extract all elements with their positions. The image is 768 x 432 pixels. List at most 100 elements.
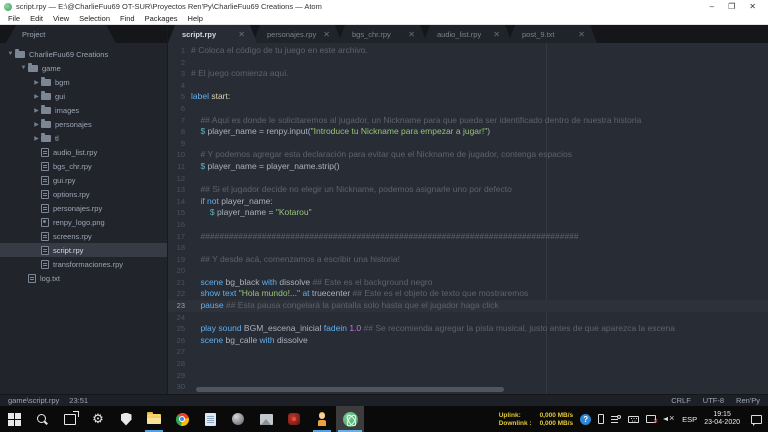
clock[interactable]: 19:15 23-04-2020: [704, 411, 740, 427]
chevron-down-icon[interactable]: ▼: [6, 51, 15, 57]
editor-tab-bgs-chr-rpy[interactable]: bgs_chr.rpy✕: [338, 25, 427, 43]
code-line-12[interactable]: [191, 173, 768, 185]
taskbar-button-chrome[interactable]: [168, 406, 196, 432]
chevron-right-icon[interactable]: ▶: [32, 121, 41, 128]
phone-icon[interactable]: [598, 414, 604, 424]
taskbar-button-character[interactable]: [308, 406, 336, 432]
code-line-23[interactable]: pause ## Esta pausa congelará la pantall…: [191, 300, 768, 312]
code-line-26[interactable]: scene bg_calle with dissolve: [191, 335, 768, 347]
project-tab[interactable]: Project: [6, 25, 116, 43]
taskbar-button-task-view[interactable]: [56, 406, 84, 432]
taskbar-button-explorer[interactable]: [140, 406, 168, 432]
horizontal-scrollbar[interactable]: [196, 387, 504, 392]
tree-item-personajes-rpy[interactable]: personajes.rpy: [0, 201, 167, 215]
code-line-4[interactable]: [191, 80, 768, 92]
status-cursor-position[interactable]: 23:51: [69, 396, 88, 405]
keyboard-icon[interactable]: [628, 416, 639, 423]
net-speed-monitor[interactable]: Uplink: 0,000 MB/s Downlink : 0,000 MB/s: [499, 412, 573, 427]
menu-item-find[interactable]: Find: [115, 14, 140, 23]
tree-item-tl[interactable]: ▶tl: [0, 131, 167, 145]
code-line-27[interactable]: [191, 346, 768, 358]
status-grammar[interactable]: Ren'Py: [736, 396, 760, 405]
taskbar-button-media-player[interactable]: [224, 406, 252, 432]
menu-item-view[interactable]: View: [48, 14, 74, 23]
tree-item-gui-rpy[interactable]: gui.rpy: [0, 173, 167, 187]
chevron-right-icon[interactable]: ▶: [32, 93, 41, 100]
volume-mixer-icon[interactable]: [611, 415, 621, 424]
status-encoding[interactable]: UTF-8: [703, 396, 724, 405]
code-line-3[interactable]: # El juego comienza aquí.: [191, 68, 768, 80]
help-tray-icon[interactable]: ?: [580, 414, 591, 425]
chevron-down-icon[interactable]: ▼: [19, 65, 28, 71]
tree-item-bgm[interactable]: ▶bgm: [0, 75, 167, 89]
code-line-14[interactable]: if not player_name:: [191, 196, 768, 208]
code-line-9[interactable]: [191, 138, 768, 150]
tree-item-log-txt[interactable]: log.txt: [0, 271, 167, 285]
tree-item-charliefuu69-creations[interactable]: ▼CharlieFuu69 Creations: [0, 47, 167, 61]
code-line-21[interactable]: scene bg_black with dissolve ## Este es …: [191, 277, 768, 289]
language-indicator[interactable]: ESP: [682, 415, 697, 424]
editor-tab-post-9-txt[interactable]: post_9.txt✕: [508, 25, 597, 43]
tab-close-icon[interactable]: ✕: [408, 30, 415, 39]
chevron-right-icon[interactable]: ▶: [32, 79, 41, 86]
tree-item-renpy-logo-png[interactable]: renpy_logo.png: [0, 215, 167, 229]
code-line-20[interactable]: [191, 265, 768, 277]
taskbar-button-settings[interactable]: ⚙: [84, 406, 112, 432]
network-error-icon[interactable]: [646, 415, 656, 423]
tree-item-screens-rpy[interactable]: screens.rpy: [0, 229, 167, 243]
code-line-24[interactable]: [191, 312, 768, 324]
code-line-6[interactable]: [191, 103, 768, 115]
tree-item-personajes[interactable]: ▶personajes: [0, 117, 167, 131]
menu-item-file[interactable]: File: [3, 14, 25, 23]
code-line-7[interactable]: ## Aquí es donde le solicitaremos al jug…: [191, 115, 768, 127]
menu-item-help[interactable]: Help: [183, 14, 208, 23]
tree-item-images[interactable]: ▶images: [0, 103, 167, 117]
code-line-22[interactable]: show text "Hola mundo!..." at truecenter…: [191, 288, 768, 300]
code-line-1[interactable]: # Coloca el código de tu juego en este a…: [191, 45, 768, 57]
code-line-15[interactable]: $ player_name = "Kotarou": [191, 207, 768, 219]
taskbar-button-defender[interactable]: [112, 406, 140, 432]
tab-close-icon[interactable]: ✕: [578, 30, 585, 39]
menu-item-selection[interactable]: Selection: [74, 14, 115, 23]
taskbar-button-notepad[interactable]: [196, 406, 224, 432]
taskbar-button-photos[interactable]: [252, 406, 280, 432]
chevron-right-icon[interactable]: ▶: [32, 135, 41, 142]
code-line-8[interactable]: $ player_name = renpy.input("Introduce t…: [191, 126, 768, 138]
code-line-13[interactable]: ## Si el jugador decide no elegir un Nic…: [191, 184, 768, 196]
tab-close-icon[interactable]: ✕: [323, 30, 330, 39]
tab-close-icon[interactable]: ✕: [238, 30, 245, 39]
menu-item-edit[interactable]: Edit: [25, 14, 48, 23]
tree-item-transformaciones-rpy[interactable]: transformaciones.rpy: [0, 257, 167, 271]
tab-close-icon[interactable]: ✕: [493, 30, 500, 39]
close-button[interactable]: ✕: [749, 0, 756, 13]
editor-pane[interactable]: 1234567891011121314151617181920212223242…: [168, 43, 768, 394]
code-line-11[interactable]: $ player_name = player_name.strip(): [191, 161, 768, 173]
editor-tab-personajes-rpy[interactable]: personajes.rpy✕: [253, 25, 342, 43]
taskbar-button-start[interactable]: [0, 406, 28, 432]
tree-item-game[interactable]: ▼game: [0, 61, 167, 75]
restore-button[interactable]: ❐: [728, 0, 735, 13]
code-line-2[interactable]: [191, 57, 768, 69]
taskbar-button-app-red[interactable]: [280, 406, 308, 432]
status-line-ending[interactable]: CRLF: [671, 396, 691, 405]
editor-tab-script-rpy[interactable]: script.rpy✕: [168, 25, 257, 43]
tree-item-audio-list-rpy[interactable]: audio_list.rpy: [0, 145, 167, 159]
code-line-28[interactable]: [191, 358, 768, 370]
taskbar-button-search[interactable]: [28, 406, 56, 432]
tree-item-options-rpy[interactable]: options.rpy: [0, 187, 167, 201]
action-center-icon[interactable]: [751, 415, 762, 424]
code-line-5[interactable]: label start:: [191, 91, 768, 103]
editor-tab-audio-list-rpy[interactable]: audio_list.rpy✕: [423, 25, 512, 43]
code-line-25[interactable]: play sound BGM_escena_inicial fadein 1.0…: [191, 323, 768, 335]
code-line-19[interactable]: ## Y desde acá, comenzamos a escribir un…: [191, 254, 768, 266]
tree-item-script-rpy[interactable]: script.rpy: [0, 243, 167, 257]
code-line-10[interactable]: # Y podemos agregar esta declaración par…: [191, 149, 768, 161]
chevron-right-icon[interactable]: ▶: [32, 107, 41, 114]
tree-item-gui[interactable]: ▶gui: [0, 89, 167, 103]
minimize-button[interactable]: –: [710, 0, 714, 13]
code-line-29[interactable]: [191, 370, 768, 382]
taskbar-button-atom[interactable]: [336, 406, 364, 432]
menu-item-packages[interactable]: Packages: [140, 14, 183, 23]
muted-speaker-icon[interactable]: [663, 415, 675, 424]
tree-item-bgs-chr-rpy[interactable]: bgs_chr.rpy: [0, 159, 167, 173]
